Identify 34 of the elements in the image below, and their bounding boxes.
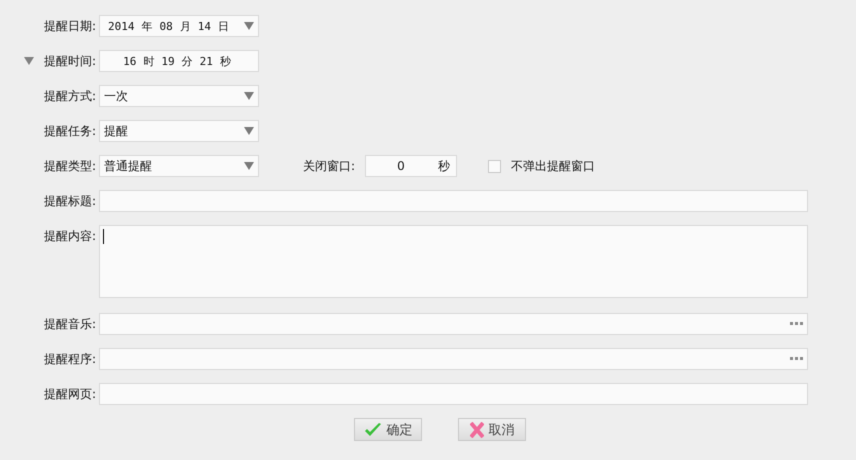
input-field[interactable]: [99, 383, 808, 405]
field-label: 提醒网页:: [44, 386, 96, 402]
more-icon[interactable]: [790, 322, 804, 326]
field-label: 提醒时间:: [44, 52, 96, 70]
file-field[interactable]: [99, 348, 808, 370]
field-label: 提醒内容:: [44, 228, 96, 245]
time-field[interactable]: 16 时 19 分 21 秒: [99, 50, 259, 72]
field-label: 提醒类型:: [44, 158, 96, 174]
close-delay-field[interactable]: 0 秒: [365, 155, 457, 177]
dropdown[interactable]: 普通提醒: [99, 155, 259, 177]
dropdown-arrow-icon[interactable]: [244, 22, 254, 30]
field-label: 提醒日期:: [44, 18, 96, 34]
field-label: 提醒方式:: [44, 88, 96, 104]
checkbox[interactable]: [488, 160, 501, 172]
dropdown[interactable]: 一次: [99, 85, 259, 107]
more-icon[interactable]: [790, 357, 804, 361]
confirm-button[interactable]: 确定: [354, 418, 422, 441]
file-field[interactable]: [99, 313, 808, 335]
expander-icon[interactable]: [24, 56, 34, 66]
field-label: 关闭窗口:: [303, 158, 356, 174]
dropdown-arrow-icon[interactable]: [244, 92, 254, 100]
field-label: 提醒音乐:: [44, 316, 96, 332]
dropdown-arrow-icon[interactable]: [244, 162, 254, 170]
field-label: 提醒程序:: [44, 350, 96, 368]
cancel-button[interactable]: 取消: [458, 418, 526, 441]
checkbox-label[interactable]: 不弹出提醒窗口: [511, 158, 595, 174]
date-picker[interactable]: 2014 年 08 月 14 日: [99, 15, 259, 37]
field-label: 提醒任务:: [44, 122, 96, 140]
input-field[interactable]: [99, 190, 808, 212]
field-label: 提醒标题:: [44, 192, 96, 210]
dropdown-arrow-icon[interactable]: [244, 127, 254, 135]
cross-icon: [470, 422, 484, 438]
dropdown[interactable]: 提醒: [99, 120, 259, 142]
check-icon: [364, 422, 382, 438]
